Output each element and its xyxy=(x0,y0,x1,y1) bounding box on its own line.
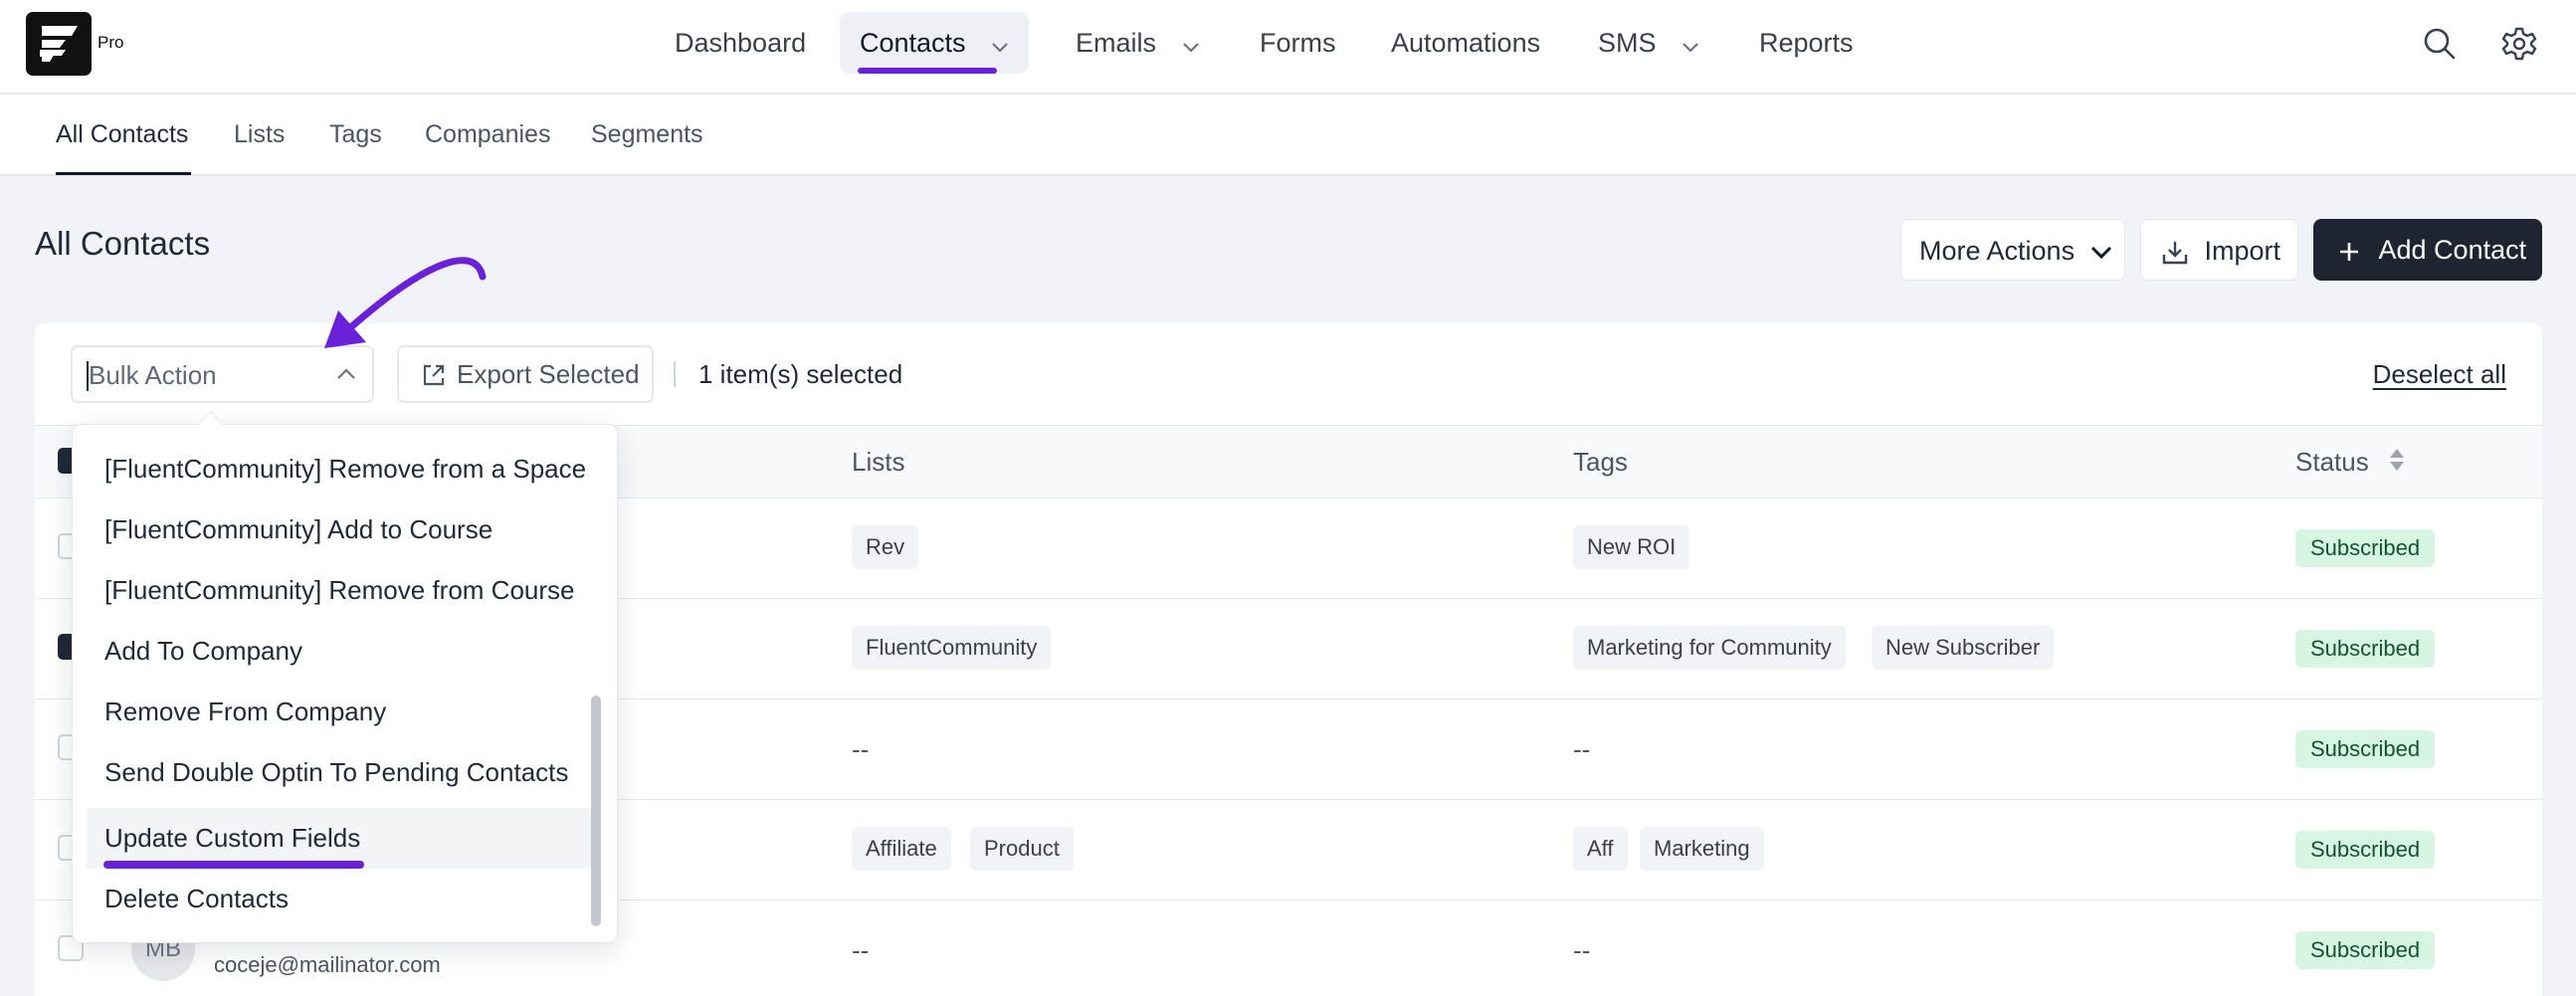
nav-label: Automations xyxy=(1391,28,1541,58)
add-contact-label: Add Contact xyxy=(2378,235,2527,265)
nav-item-sms[interactable]: SMS xyxy=(1598,12,1699,74)
status-badge: Subscribed xyxy=(2295,529,2436,567)
sort-icon[interactable] xyxy=(2388,428,2406,499)
nav-item-automations[interactable]: Automations xyxy=(1391,12,1540,74)
lists-empty: -- xyxy=(852,734,870,764)
gear-icon[interactable] xyxy=(2501,26,2537,62)
tag-chip: Marketing xyxy=(1640,827,1764,871)
import-button[interactable]: Import xyxy=(2140,219,2298,281)
column-header-tags[interactable]: Tags xyxy=(1573,426,1628,498)
bulk-option-remove-from-company[interactable]: Remove From Company xyxy=(87,682,594,742)
bulk-action-placeholder: Bulk Action xyxy=(89,360,217,390)
arrow-annotation-icon xyxy=(318,249,497,363)
list-tag: Product xyxy=(970,827,1074,871)
dropdown-scrollbar[interactable] xyxy=(591,696,601,926)
chevron-down-icon xyxy=(991,14,1009,76)
bulk-option-add-to-course[interactable]: [FluentCommunity] Add to Course xyxy=(87,499,594,560)
nav-item-emails[interactable]: Emails xyxy=(1076,12,1200,74)
nav-item-reports[interactable]: Reports xyxy=(1759,12,1854,74)
nav-item-forms[interactable]: Forms xyxy=(1260,12,1336,74)
import-icon xyxy=(2161,236,2197,266)
status-badge: Subscribed xyxy=(2295,831,2436,869)
bulk-option-add-to-company[interactable]: Add To Company xyxy=(87,621,594,682)
nav-label: Contacts xyxy=(860,28,966,58)
active-tab-underline xyxy=(56,172,191,175)
selected-count: 1 item(s) selected xyxy=(698,359,903,389)
chevron-up-icon xyxy=(336,367,356,386)
more-actions-button[interactable]: More Actions xyxy=(1900,219,2125,281)
tab-lists[interactable]: Lists xyxy=(234,95,285,174)
chevron-down-icon xyxy=(1682,14,1699,76)
search-icon[interactable] xyxy=(2422,26,2458,62)
chevron-down-icon xyxy=(1182,14,1200,76)
tags-empty: -- xyxy=(1573,734,1591,764)
list-tag: Affiliate xyxy=(852,827,951,871)
nav-label: Forms xyxy=(1260,28,1336,58)
nav-label: Dashboard xyxy=(675,28,807,58)
plus-icon xyxy=(2337,235,2369,265)
toolbar-divider xyxy=(674,361,676,387)
export-icon xyxy=(423,364,445,386)
status-badge: Subscribed xyxy=(2295,730,2436,768)
contact-email: coceje@mailinator.com xyxy=(214,952,441,977)
status-header-label: Status xyxy=(2295,447,2369,477)
tab-tags[interactable]: Tags xyxy=(329,95,382,174)
bulk-option-remove-from-space[interactable]: [FluentCommunity] Remove from a Space xyxy=(87,439,594,499)
brand-badge: Pro xyxy=(98,33,124,52)
lists-empty: -- xyxy=(852,935,870,965)
status-badge: Subscribed xyxy=(2295,630,2436,668)
bulk-option-send-double-optin[interactable]: Send Double Optin To Pending Contacts xyxy=(87,742,594,803)
tag-chip: Marketing for Community xyxy=(1573,626,1846,670)
top-navigation-bar: Pro Dashboard Contacts Emails Forms Auto… xyxy=(0,0,2576,95)
column-header-status[interactable]: Status xyxy=(2295,426,2406,499)
logo-icon[interactable] xyxy=(26,12,92,76)
tags-empty: -- xyxy=(1573,935,1591,965)
list-tag: Rev xyxy=(852,525,919,569)
nav-label: SMS xyxy=(1598,28,1657,58)
tab-companies[interactable]: Companies xyxy=(425,95,550,174)
import-label: Import xyxy=(2204,236,2281,266)
tag-chip: New ROI xyxy=(1573,525,1690,569)
bulk-option-update-custom-fields[interactable]: Update Custom Fields xyxy=(87,808,594,869)
sub-navigation: All Contacts Lists Tags Companies Segmen… xyxy=(0,95,2576,176)
bulk-option-delete-contacts[interactable]: Delete Contacts xyxy=(87,869,594,929)
page-title: All Contacts xyxy=(35,225,211,262)
tag-chip: Aff xyxy=(1573,827,1628,871)
tab-all-contacts[interactable]: All Contacts xyxy=(56,95,188,174)
active-nav-underline xyxy=(858,68,997,74)
nav-item-contacts[interactable]: Contacts xyxy=(840,12,1030,76)
add-contact-button[interactable]: Add Contact xyxy=(2313,219,2542,281)
more-actions-label: More Actions xyxy=(1919,236,2076,266)
tag-chip: New Subscriber xyxy=(1872,626,2055,670)
nav-label: Emails xyxy=(1076,28,1157,58)
chevron-down-icon xyxy=(2090,236,2112,266)
column-header-lists[interactable]: Lists xyxy=(852,426,904,498)
nav-item-dashboard[interactable]: Dashboard xyxy=(675,12,806,74)
bulk-option-remove-from-course[interactable]: [FluentCommunity] Remove from Course xyxy=(87,560,594,621)
highlight-underline xyxy=(103,861,364,869)
status-badge: Subscribed xyxy=(2295,931,2436,969)
deselect-all-link[interactable]: Deselect all xyxy=(2373,323,2506,425)
nav-label: Reports xyxy=(1759,28,1854,58)
tab-segments[interactable]: Segments xyxy=(591,95,703,174)
list-tag: FluentCommunity xyxy=(852,626,1052,670)
